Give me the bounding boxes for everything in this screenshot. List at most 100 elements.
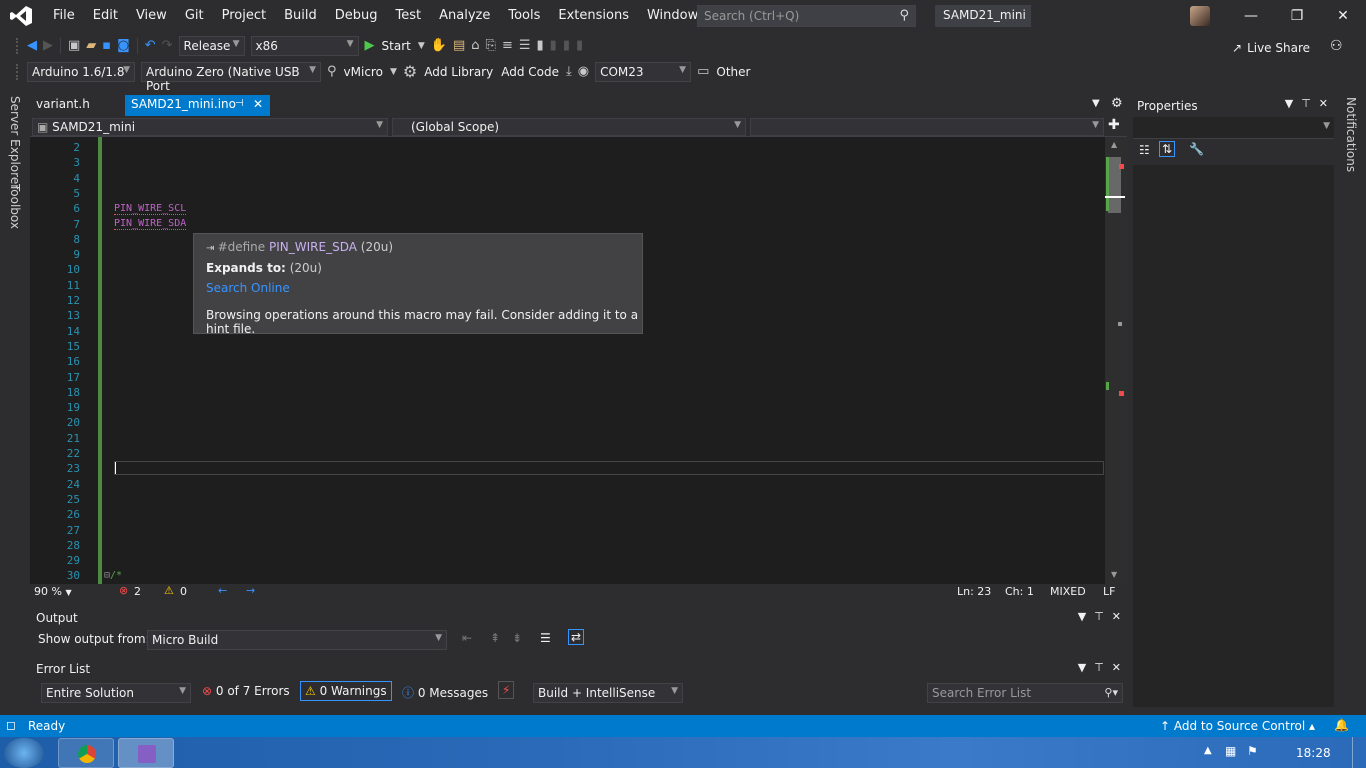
prev-message-icon[interactable]: ⇞ (490, 631, 500, 645)
minimize-icon[interactable]: — (1236, 4, 1266, 28)
warning-count[interactable]: 0 (180, 585, 187, 598)
macro-pin-wire-sda[interactable]: PIN_WIRE_SDA (114, 218, 187, 230)
restore-icon[interactable]: ❐ (1282, 4, 1312, 28)
code-line-7[interactable]: PIN_WIRE_SDA (114, 216, 187, 231)
close-icon[interactable]: ✕ (1112, 610, 1121, 623)
error-icon[interactable]: ⊗ (119, 584, 128, 597)
menu-view[interactable]: View (127, 0, 176, 32)
search-online-link[interactable]: Search Online (206, 281, 290, 295)
feedback-icon[interactable]: ⚇ (1330, 38, 1343, 54)
word-wrap-icon[interactable]: ⇄ (568, 629, 585, 645)
network-icon[interactable]: ▦ (1225, 744, 1236, 758)
chrome-icon[interactable] (58, 738, 114, 768)
pin-icon[interactable]: ⊣ (235, 98, 244, 109)
tab-samd21-mini-ino[interactable]: SAMD21_mini.ino ⊣ ✕ (125, 95, 270, 116)
server-explorer-tab[interactable]: Server Explorer (8, 96, 22, 189)
menu-test[interactable]: Test (387, 0, 431, 32)
toolbox-tab[interactable]: Toolbox (8, 184, 22, 229)
code-line-30[interactable]: ⊟/* (104, 568, 122, 583)
zoom-dropdown[interactable]: 90 % ▼ (34, 585, 72, 598)
action-center-icon[interactable]: ⚑ (1247, 744, 1258, 758)
undo-icon[interactable]: ↶ (145, 36, 156, 56)
start-icon[interactable]: ▶ (365, 36, 375, 56)
open-folder-icon[interactable]: ▤ (453, 36, 465, 56)
search-error-list-input[interactable]: Search Error List ⚲▾ (927, 683, 1123, 703)
tray-expand-icon[interactable]: ▲ (1204, 745, 1212, 756)
chevron-down-icon[interactable]: ▼ (418, 36, 425, 56)
split-editor-icon[interactable]: ✚ (1108, 117, 1120, 133)
close-icon[interactable]: ✕ (1319, 97, 1328, 110)
error-scope-dropdown[interactable]: Entire Solution ▼ (41, 683, 191, 703)
menu-git[interactable]: Git (176, 0, 213, 32)
account-avatar[interactable] (1190, 6, 1210, 26)
gear-icon[interactable]: ⚙ (403, 62, 417, 82)
code-editor[interactable]: 2 3 4 5 6 7 8 9 10 11 12 13 14 15 16 17 18 19 20 21 22 23 24 25… (30, 137, 1127, 584)
close-tab-icon[interactable]: ✕ (253, 97, 263, 111)
scroll-down-icon[interactable]: ▼ (1111, 570, 1117, 579)
board-dropdown[interactable]: Arduino Zero (Native USB Port ▼ (141, 62, 321, 93)
platform-dropdown[interactable]: x86 ▼ (250, 36, 359, 56)
indent-mode[interactable]: MIXED (1050, 585, 1086, 598)
clear-all-icon[interactable]: ☰ (540, 631, 551, 645)
tab-variant-h[interactable]: variant.h (30, 95, 125, 116)
tab-overflow-icon[interactable]: ▼ (1092, 98, 1100, 109)
warnings-filter-button[interactable]: ⚠ 0 Warnings (300, 681, 392, 701)
menu-tools[interactable]: Tools (499, 0, 549, 32)
macro-pin-wire-scl[interactable]: PIN_WIRE_SCL (114, 203, 187, 215)
notification-bell-icon[interactable]: 🔔 (1334, 718, 1349, 732)
arrow-right-icon[interactable]: → (246, 584, 255, 597)
configuration-dropdown[interactable]: Release ▼ (178, 36, 245, 56)
pin-icon[interactable]: ⊤ (1094, 661, 1104, 674)
alphabetical-icon[interactable]: ⇅ (1159, 141, 1176, 157)
notifications-tab[interactable]: Notifications (1344, 97, 1358, 172)
add-code-menu[interactable]: Add Code (501, 65, 559, 79)
ide-version-dropdown[interactable]: Arduino 1.6/1.8 ▼ (27, 62, 135, 82)
output-source-dropdown[interactable]: Micro Build ▼ (147, 630, 447, 650)
messages-filter-button[interactable]: ⓘ 0 Messages (402, 684, 488, 701)
add-library-menu[interactable]: Add Library (424, 65, 493, 79)
clock[interactable]: 18:28 (1296, 746, 1331, 760)
attach-process-icon[interactable]: ✋ (431, 36, 447, 56)
scope-dropdown[interactable]: (Global Scope) ▼ (392, 118, 746, 136)
filter-icon[interactable]: ⚡ (498, 681, 515, 699)
bookmark-icon[interactable]: ▮ (537, 36, 544, 56)
go-to-line-icon[interactable]: ⇤ (462, 631, 472, 645)
navigate-back-icon[interactable]: ◀ (27, 36, 37, 56)
upload-icon[interactable]: ⤓ (566, 62, 572, 82)
visual-studio-logo-icon[interactable] (10, 6, 32, 26)
bookmark-next-icon[interactable]: ▮ (563, 36, 570, 56)
redo-icon[interactable]: ↷ (162, 36, 173, 56)
member-dropdown[interactable]: ▼ (750, 118, 1104, 136)
dropdown-icon[interactable]: ▼ (1078, 661, 1086, 674)
uncomment-icon[interactable]: ☰ (519, 36, 531, 56)
start-button[interactable]: Start (382, 39, 411, 53)
categorized-icon[interactable]: ☷ (1139, 143, 1150, 157)
port-dropdown[interactable]: COM23 ▼ (595, 62, 692, 82)
close-window-icon[interactable]: ✕ (1328, 4, 1358, 28)
show-desktop-button[interactable] (1352, 737, 1366, 768)
pin-icon[interactable]: ⊤ (1094, 610, 1104, 623)
menu-build[interactable]: Build (275, 0, 326, 32)
home-icon[interactable]: ⌂ (471, 36, 479, 56)
new-project-icon[interactable]: ▣ (68, 36, 80, 56)
bookmark-prev-icon[interactable]: ▮ (550, 36, 557, 56)
save-all-icon[interactable]: ◙ (117, 36, 130, 56)
error-count[interactable]: 2 (134, 585, 141, 598)
errors-filter-button[interactable]: ⊗ 0 of 7 Errors (202, 684, 290, 698)
navigate-forward-icon[interactable]: ▶ (43, 36, 53, 56)
settings-icon[interactable]: ⚙ (1111, 96, 1123, 111)
chevron-down-icon[interactable]: ▼ (390, 62, 397, 82)
pin-icon[interactable]: ⊤ (1301, 97, 1311, 110)
project-dropdown[interactable]: ▣ SAMD21_mini ▼ (32, 118, 388, 136)
menu-extensions[interactable]: Extensions (549, 0, 638, 32)
source-control-button[interactable]: ↑ Add to Source Control ▴ (1160, 719, 1315, 733)
serial-monitor-icon[interactable]: ◉ (578, 62, 589, 82)
dropdown-icon[interactable]: ▼ (1078, 610, 1086, 623)
bookmark-clear-icon[interactable]: ▮ (576, 36, 583, 56)
menu-project[interactable]: Project (213, 0, 275, 32)
close-icon[interactable]: ✕ (1112, 661, 1121, 674)
menu-file[interactable]: File (44, 0, 84, 32)
monitor-icon[interactable]: ▭ (697, 62, 709, 82)
search-board-icon[interactable]: ⚲ (327, 62, 337, 82)
other-menu[interactable]: Other (716, 65, 750, 79)
